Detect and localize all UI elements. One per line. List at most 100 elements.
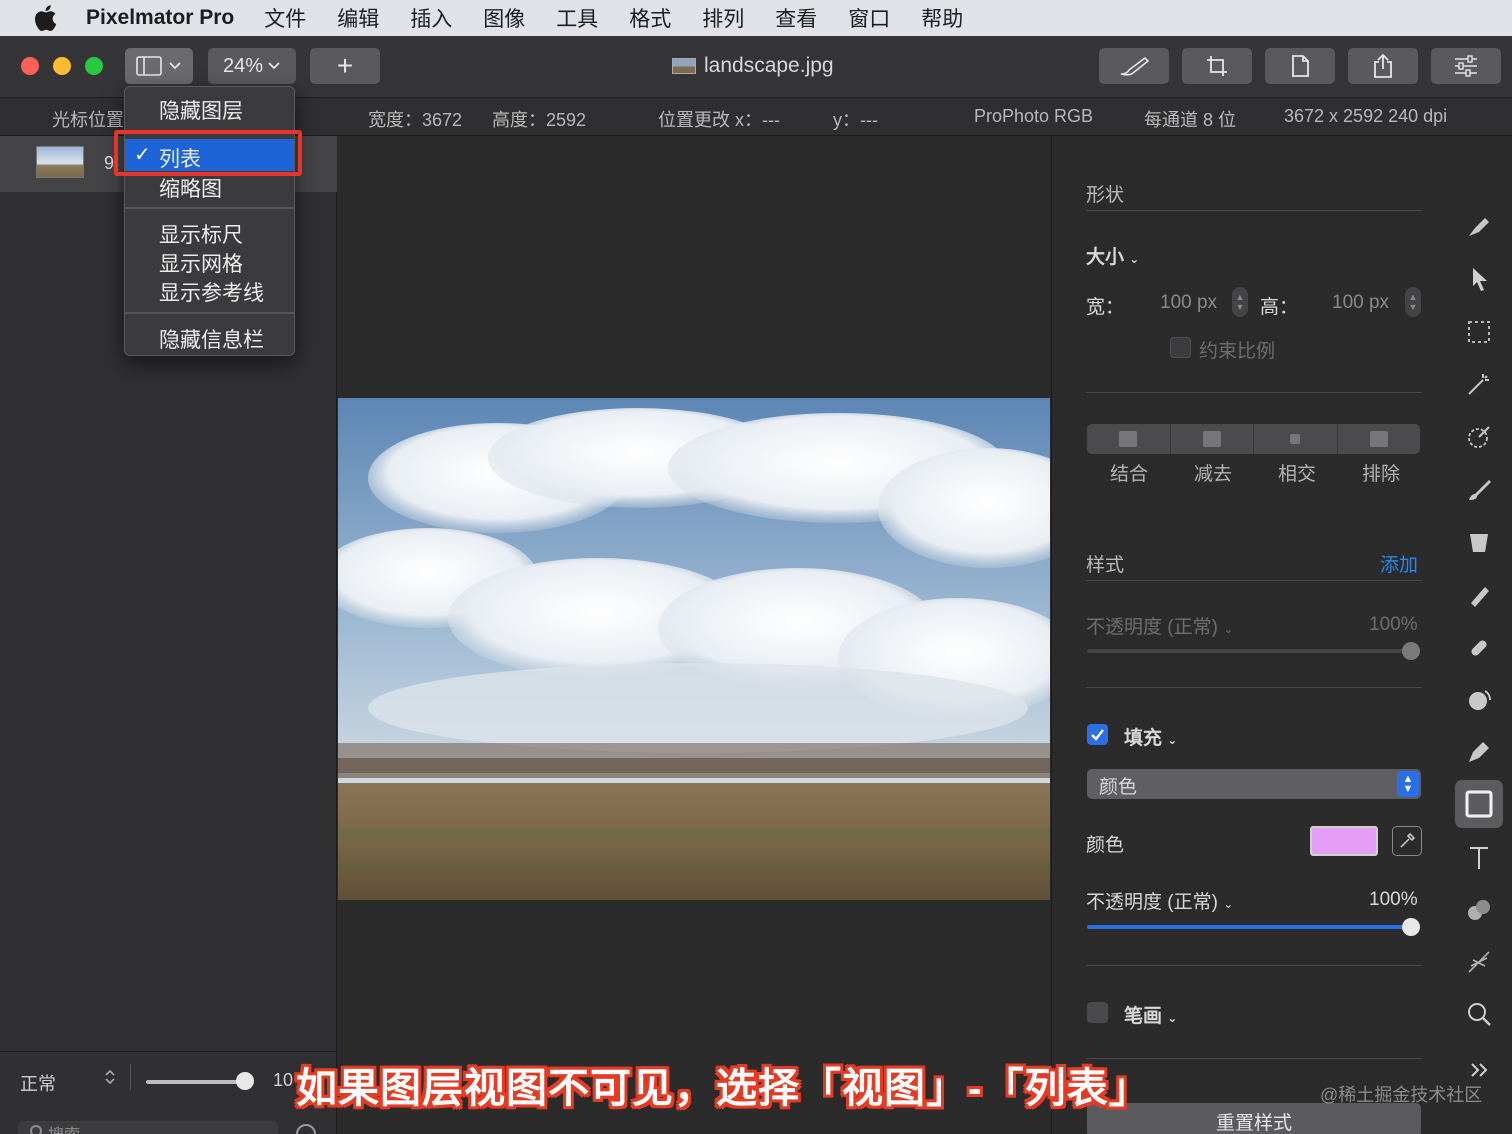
zoom-level-value: 24%	[222, 54, 264, 77]
zoom-icon[interactable]	[1463, 998, 1495, 1030]
tutorial-caption: 如果图层视图不可见，选择「视图」-「列表」	[296, 1065, 1151, 1111]
retouch-icon[interactable]	[1463, 632, 1495, 664]
pen-icon[interactable]	[1463, 736, 1495, 768]
adjustments-button[interactable]	[1431, 48, 1501, 84]
combine-button[interactable]	[1087, 424, 1171, 454]
menu-item-hide-layers[interactable]: 隐藏图层	[159, 95, 243, 125]
view-mode-button[interactable]	[125, 48, 193, 84]
sharpen-icon[interactable]	[1463, 946, 1495, 978]
crop-button[interactable]	[1182, 48, 1252, 84]
paint-icon[interactable]	[1463, 474, 1495, 506]
divider	[130, 1064, 131, 1090]
menu-item-show-grid[interactable]: 显示网格	[159, 248, 243, 278]
subtract-button[interactable]	[1171, 424, 1254, 454]
fill-section-toggle[interactable]: 填充 ⌄	[1124, 723, 1177, 750]
style-opacity-knob[interactable]	[1402, 642, 1420, 660]
menu-image[interactable]: 图像	[483, 3, 525, 33]
share-button[interactable]	[1348, 48, 1418, 84]
document-button[interactable]	[1265, 48, 1335, 84]
fill-color-swatch[interactable]	[1310, 826, 1378, 856]
canvas-area[interactable]	[338, 136, 1050, 1134]
blend-mode-select[interactable]: 正常	[20, 1070, 56, 1096]
eyedropper-button[interactable]	[1392, 826, 1422, 856]
color-adjust-icon[interactable]	[1463, 421, 1495, 453]
menu-file[interactable]: 文件	[264, 3, 306, 33]
annotation-highlight-box	[114, 130, 302, 176]
panel-section-title: 形状	[1086, 185, 1125, 206]
paintbrush-icon	[1120, 56, 1150, 76]
updown-arrows-icon[interactable]	[103, 1068, 117, 1089]
width-field[interactable]: 100 px	[1160, 292, 1217, 314]
fill-checkbox[interactable]	[1087, 724, 1108, 745]
type-icon[interactable]	[1463, 842, 1495, 874]
layer-search-input[interactable]: 搜索	[18, 1121, 278, 1134]
menu-tools[interactable]: 工具	[556, 3, 598, 33]
fill-bucket-icon[interactable]	[1463, 526, 1495, 558]
exclude-icon	[1369, 431, 1388, 447]
share-icon	[1374, 53, 1392, 78]
landscape-photo	[338, 398, 1050, 900]
minimize-window-button[interactable]	[53, 57, 71, 75]
divider	[1086, 580, 1422, 581]
height-stepper[interactable]: ▲ ▼	[1405, 287, 1421, 317]
height-field[interactable]: 100 px	[1332, 292, 1389, 314]
layer-opacity-knob[interactable]	[236, 1072, 254, 1090]
effects-icon[interactable]	[1463, 894, 1495, 926]
fill-label: 填充	[1124, 728, 1163, 749]
format-panel: 形状 大小 ⌄ 宽： 100 px ▲ ▼ 高： 100 px ▲ ▼ 约束比例 结…	[1051, 136, 1449, 1134]
menu-bar: Pixelmator Pro 文件 编辑 插入 图像 工具 格式 排列 查看 窗…	[0, 0, 1512, 36]
layer-opacity-slider[interactable]	[146, 1080, 246, 1084]
fill-opacity-dropdown[interactable]: 不透明度 (正常) ⌄	[1086, 887, 1233, 914]
zoom-level-button[interactable]: 24%	[208, 48, 296, 84]
distort-icon[interactable]	[1463, 684, 1495, 716]
divider	[1086, 392, 1422, 393]
close-window-button[interactable]	[21, 57, 39, 75]
size-section-toggle[interactable]: 大小 ⌄	[1086, 242, 1139, 269]
stroke-section-toggle[interactable]: 笔画 ⌄	[1124, 1001, 1177, 1028]
fill-opacity-knob[interactable]	[1402, 918, 1420, 936]
color-profile: ProPhoto RGB	[974, 106, 1094, 126]
menu-edit[interactable]: 编辑	[337, 3, 379, 33]
width-stepper[interactable]: ▲ ▼	[1232, 287, 1248, 317]
menu-window[interactable]: 窗口	[848, 3, 890, 33]
document-title-text: landscape.jpg	[704, 54, 834, 77]
add-style-link[interactable]: 添加	[1380, 550, 1418, 577]
fill-type-select[interactable]: 颜色 ▲ ▼	[1087, 769, 1421, 799]
boolean-ops-control	[1087, 424, 1420, 454]
magic-wand-icon[interactable]	[1463, 368, 1495, 400]
edit-tools-button[interactable]	[1099, 48, 1169, 84]
apple-icon[interactable]	[30, 3, 60, 33]
menu-item-thumbnails[interactable]: 缩略图	[159, 173, 222, 203]
stroke-checkbox[interactable]	[1087, 1002, 1108, 1023]
brush-select-icon[interactable]	[1463, 210, 1495, 242]
view-mode-menu: 隐藏图层 ✓ 列表 缩略图 显示标尺 显示网格 显示参考线 隐藏信息栏	[124, 86, 295, 356]
menu-insert[interactable]: 插入	[410, 3, 452, 33]
layer-blend-row: 正常 10	[0, 1051, 337, 1103]
app-name-menu[interactable]: Pixelmator Pro	[86, 6, 234, 30]
watermark: @稀土掘金技术社区	[1320, 1085, 1483, 1105]
menu-item-show-guides[interactable]: 显示参考线	[159, 277, 264, 307]
style-opacity-dropdown[interactable]: 不透明度 (正常) ⌄	[1086, 612, 1233, 639]
menu-help[interactable]: 帮助	[921, 3, 963, 33]
style-opacity-slider[interactable]	[1087, 649, 1411, 653]
menu-view[interactable]: 查看	[775, 3, 817, 33]
eraser-icon[interactable]	[1463, 579, 1495, 611]
intersect-button[interactable]	[1254, 424, 1338, 454]
arrange-icon[interactable]	[1463, 263, 1495, 295]
filter-icon[interactable]	[296, 1124, 316, 1134]
fill-opacity-slider[interactable]	[1087, 925, 1411, 929]
layer-thumbnail	[36, 146, 84, 178]
constrain-checkbox[interactable]	[1170, 337, 1191, 358]
zoom-window-button[interactable]	[85, 57, 103, 75]
shape-icon[interactable]	[1455, 780, 1503, 828]
intersect-label: 相交	[1278, 464, 1317, 485]
menu-item-hide-info-bar[interactable]: 隐藏信息栏	[159, 324, 264, 354]
crop-icon	[1207, 56, 1227, 76]
rect-select-icon[interactable]	[1463, 316, 1495, 348]
subtract-icon	[1202, 431, 1221, 447]
add-button[interactable]: +	[310, 48, 380, 84]
menu-item-show-rulers[interactable]: 显示标尺	[159, 219, 243, 249]
menu-arrange[interactable]: 排列	[702, 3, 744, 33]
menu-format[interactable]: 格式	[629, 3, 671, 33]
exclude-button[interactable]	[1338, 424, 1421, 454]
